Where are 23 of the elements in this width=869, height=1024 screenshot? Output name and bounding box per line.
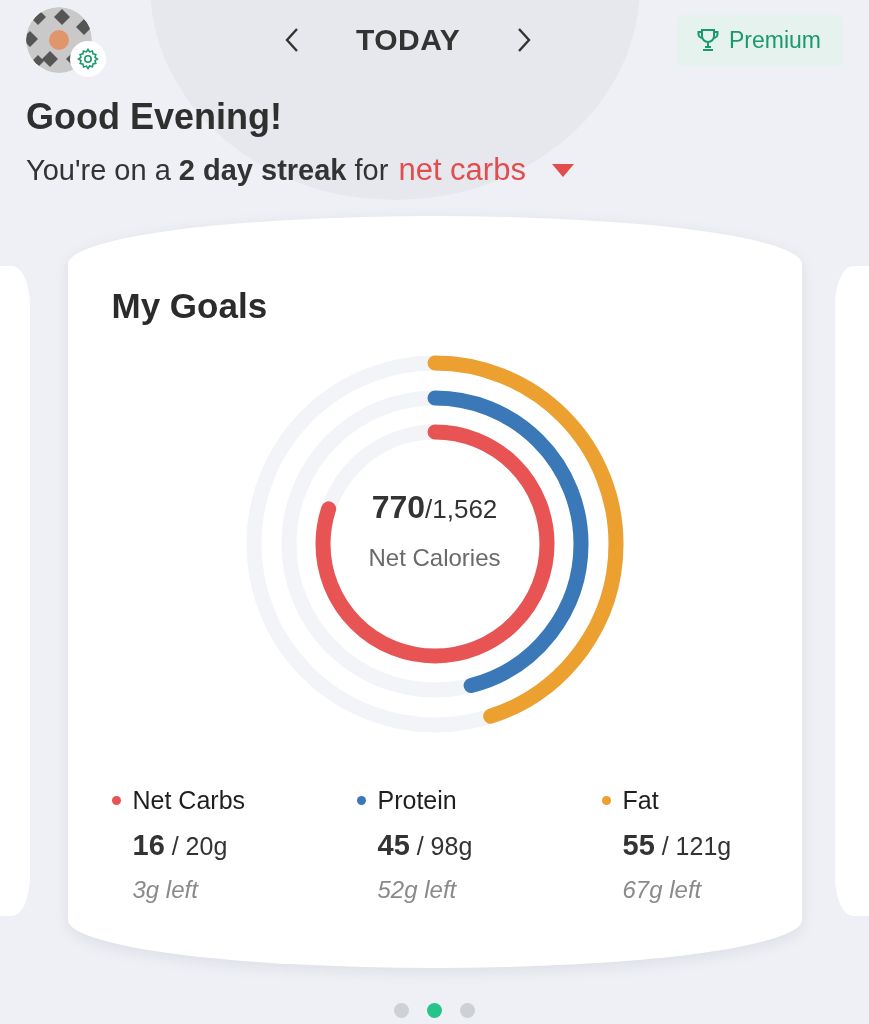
settings-icon[interactable] [76,47,100,71]
macro-remaining: 3g left [132,876,200,904]
card-title: My Goals [111,286,269,326]
date-label: TODAY [356,23,461,57]
nutrient-dropdown[interactable]: net carbs [398,152,574,188]
calorie-label: Net Calories [368,544,501,572]
trophy-icon [697,28,719,52]
macro-amount: 45 / 98g [377,829,474,862]
page-dot[interactable] [394,1003,409,1018]
page-dot[interactable] [427,1003,442,1018]
premium-button[interactable]: Premium [677,14,843,66]
macro-remaining: 67g left [622,876,703,904]
macro-amount: 16 / 20g [132,829,229,862]
streak-text: You're on a 2 day streak for [26,153,389,187]
macro-amount: 55 / 121g [622,829,733,862]
greeting-heading: Good Evening! [26,96,283,138]
macro-name: Protein [377,786,457,815]
macro-remaining: 52g left [377,876,458,904]
macro-name: Net Carbs [132,786,246,815]
calorie-count: 770/1,562 [371,489,498,526]
caret-icon [551,163,574,177]
page-dot[interactable] [460,1003,475,1018]
macro-name: Fat [622,786,659,815]
